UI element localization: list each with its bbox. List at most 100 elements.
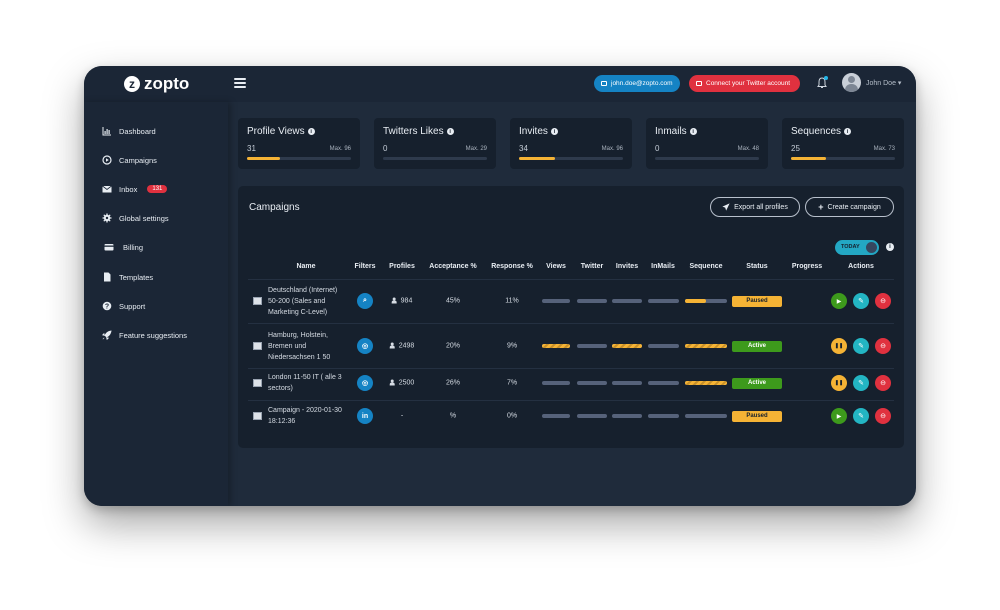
menu-toggle-icon[interactable] [234, 78, 246, 88]
play-icon[interactable]: ▶ [831, 408, 847, 424]
info-icon[interactable]: i [886, 243, 894, 251]
pause-icon[interactable]: ❚❚ [831, 338, 847, 354]
column-header-inmails: InMails [651, 263, 675, 270]
column-header-twitter: Twitter [580, 263, 604, 270]
response-rate: 7% [506, 379, 518, 387]
sidebar-item-label: Inbox [119, 184, 138, 194]
credit-card-icon [104, 244, 114, 251]
campaigns-card: Campaigns Export all profiles + Create c… [238, 186, 904, 448]
stat-max: Max. 96 [329, 146, 351, 152]
stat-max: Max. 73 [873, 146, 895, 152]
delete-icon[interactable]: ⊖ [875, 338, 891, 354]
campaign-name[interactable]: London 11-50 IT ( alle 3 sectors) [268, 372, 346, 394]
logo-text: zopto [144, 74, 190, 93]
delete-icon[interactable]: ⊖ [875, 408, 891, 424]
edit-icon[interactable]: ✎ [853, 375, 869, 391]
logo-mark-icon: z [124, 76, 140, 92]
sidebar-item-billing[interactable]: Billing [102, 240, 143, 254]
status-badge: Active [732, 340, 782, 352]
filter-target-icon[interactable]: ◎ [357, 375, 373, 391]
email-button[interactable]: john.doe@zopto.com [594, 75, 680, 92]
row-divider [248, 400, 894, 401]
twitter-icon [696, 81, 702, 86]
sidebar-item-templates[interactable]: Templates [102, 270, 153, 284]
row-divider [248, 368, 894, 369]
question-circle-icon: ? [102, 301, 112, 310]
stat-progress-bar [383, 157, 487, 160]
campaign-image-icon [253, 342, 262, 350]
info-icon[interactable]: i [689, 128, 697, 135]
info-icon[interactable]: i [307, 128, 315, 135]
info-icon[interactable]: i [844, 128, 852, 135]
campaign-image-icon [253, 412, 262, 420]
sequence-progress-bar [685, 299, 727, 303]
info-icon[interactable]: i [550, 128, 558, 135]
profiles-count: 2498 [389, 342, 414, 350]
stat-title: Twitters Likes [383, 126, 444, 137]
acceptance-rate: 20% [445, 342, 461, 350]
stat-title: Sequences [791, 126, 842, 137]
sequence-progress-bar [685, 381, 727, 385]
connect-twitter-button[interactable]: Connect your Twitter account [689, 75, 800, 92]
user-icon [389, 342, 395, 349]
filter-in-icon[interactable]: in [357, 408, 373, 424]
stat-value: 34 [519, 144, 528, 153]
pause-icon[interactable]: ❚❚ [831, 375, 847, 391]
stat-title: Invites [519, 126, 548, 137]
zopto-logo[interactable]: z zopto [124, 74, 189, 94]
edit-icon[interactable]: ✎ [853, 338, 869, 354]
status-badge: Active [732, 377, 782, 389]
stat-value: 25 [791, 144, 800, 153]
sidebar-item-global-settings[interactable]: Global settings [102, 211, 169, 225]
stat-progress-bar [655, 157, 759, 160]
stat-title: Profile Views [247, 126, 305, 137]
column-header-name: Name [296, 263, 316, 270]
delete-icon[interactable]: ⊖ [875, 293, 891, 309]
user-menu[interactable]: John Doe ▾ [866, 79, 901, 87]
profiles-count: - [400, 412, 404, 420]
edit-icon[interactable]: ✎ [853, 408, 869, 424]
export-all-profiles-button[interactable]: Export all profiles [710, 197, 800, 217]
file-icon [104, 272, 111, 282]
user-icon [389, 379, 395, 386]
today-toggle[interactable]: TODAY [835, 240, 879, 255]
campaign-name[interactable]: Campaign - 2020-01-30 18:12:36 [268, 405, 346, 427]
play-circle-icon [102, 155, 112, 165]
sidebar-item-feature-suggestions[interactable]: Feature suggestions [102, 328, 187, 342]
sidebar: Dashboard Campaigns Inbox 131 Global set… [84, 102, 228, 506]
stat-value: 31 [247, 144, 256, 153]
avatar[interactable] [842, 73, 861, 92]
stat-card-sequences: Sequences i 25 Max. 73 [782, 118, 904, 169]
twitter-progress-bar [577, 299, 607, 303]
sidebar-item-label: Feature suggestions [119, 330, 187, 340]
filter-search-icon[interactable]: ⌕ [357, 293, 373, 309]
campaign-name[interactable]: Hamburg, Holstein, Bremen und Niedersach… [268, 330, 346, 363]
stat-progress-bar [791, 157, 895, 160]
info-icon[interactable]: i [446, 128, 454, 135]
profiles-count: 984 [391, 298, 412, 305]
sidebar-item-label: Global settings [119, 213, 169, 223]
top-bar: z zopto john.doe@zopto.com Connect your … [84, 66, 916, 102]
sidebar-item-campaigns[interactable]: Campaigns [102, 153, 157, 167]
response-rate: 9% [506, 342, 518, 350]
invites-progress-fill [612, 344, 642, 348]
acceptance-rate: 45% [445, 297, 461, 305]
sidebar-item-support[interactable]: ? Support [102, 299, 145, 313]
play-icon[interactable]: ▶ [831, 293, 847, 309]
column-header-progress: Progress [791, 263, 823, 270]
sidebar-item-label: Support [119, 301, 146, 311]
sidebar-item-inbox[interactable]: Inbox 131 [102, 182, 168, 196]
delete-icon[interactable]: ⊖ [875, 375, 891, 391]
row-divider [248, 323, 894, 324]
column-header-filters: Filters [354, 263, 376, 270]
edit-icon[interactable]: ✎ [853, 293, 869, 309]
inbox-count-badge: 131 [147, 185, 168, 193]
create-campaign-button[interactable]: + Create campaign [805, 197, 894, 217]
toggle-label: TODAY [841, 244, 860, 250]
acceptance-rate: % [449, 412, 457, 420]
filter-target-icon[interactable]: ◎ [357, 338, 373, 354]
campaign-name[interactable]: Deutschland (Internet) 50-200 (Sales and… [268, 285, 346, 318]
campaign-image-icon [253, 379, 262, 387]
sidebar-item-dashboard[interactable]: Dashboard [102, 124, 156, 138]
connect-twitter-label: Connect your Twitter account [706, 80, 791, 87]
